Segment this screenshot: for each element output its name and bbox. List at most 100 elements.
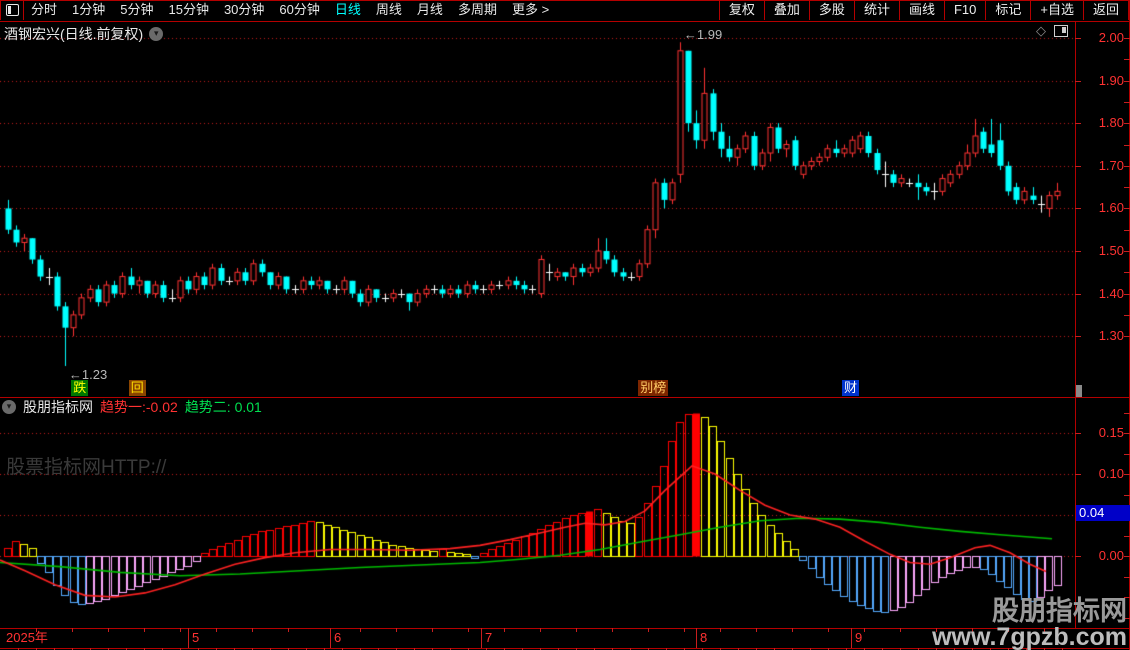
month-gridline (330, 628, 331, 648)
time-axis-tick (720, 628, 721, 632)
period-tab-0[interactable]: 分时 (31, 0, 57, 20)
time-axis-tick (792, 628, 793, 632)
month-label: 5 (192, 630, 200, 645)
period-tab-1[interactable]: 1分钟 (72, 0, 105, 20)
price-axis-label: 1.50 (1098, 243, 1124, 258)
signal-badge: 别榜 (638, 380, 669, 396)
indicator-minor-tick (1124, 535, 1130, 537)
layout-icon-cell[interactable] (0, 0, 24, 20)
action-button-2[interactable]: 多股 (808, 0, 854, 20)
time-axis-tick (576, 628, 577, 632)
trend2-pair: 趋势二: 0.01 (184, 399, 262, 415)
price-axis-tick (1075, 123, 1081, 125)
period-tabs: 分时 1分钟 5分钟 15分钟 30分钟 60分钟 日线 周线 月线 多周期 更多 > (31, 0, 549, 20)
action-button-3[interactable]: 统计 (853, 0, 899, 20)
price-axis-minor-tick (1124, 208, 1130, 210)
period-tab-6[interactable]: 日线 (335, 0, 361, 20)
indicator-axis-tick (1075, 474, 1081, 475)
time-axis-tick (216, 628, 217, 632)
price-axis-minor-tick (1124, 293, 1130, 295)
period-tab-10[interactable]: 更多 > (512, 0, 549, 20)
price-axis-tick (1075, 293, 1081, 295)
indicator-chart[interactable] (0, 398, 1075, 628)
month-label: 7 (485, 630, 493, 645)
time-axis-tick (540, 628, 541, 632)
time-axis-tick (504, 628, 505, 632)
month-label: 6 (334, 630, 342, 645)
watermark-left: 股票指标网HTTP:// (6, 457, 167, 478)
chevron-down-icon[interactable]: ▾ (2, 400, 16, 414)
price-axis-minor-tick (1124, 144, 1130, 146)
price-axis-label: 1.90 (1098, 72, 1124, 88)
action-button-4[interactable]: 画线 (898, 0, 944, 20)
action-button-5[interactable]: F10 (943, 0, 985, 20)
time-axis-tick (648, 628, 649, 632)
period-tab-3[interactable]: 15分钟 (168, 0, 208, 20)
signal-badge: 跌 (71, 380, 89, 396)
signal-badge: 回 (128, 380, 146, 396)
time-axis-tick (828, 628, 829, 632)
price-axis-tick (1075, 251, 1081, 252)
action-button-1[interactable]: 叠加 (763, 0, 809, 20)
time-axis-tick (396, 628, 397, 632)
layout-icon (6, 4, 19, 16)
period-tab-8[interactable]: 月线 (417, 0, 443, 20)
period-tab-7[interactable]: 周线 (376, 0, 402, 20)
indicator-axis-tick (1075, 556, 1081, 557)
price-axis-minor-tick (1124, 101, 1130, 103)
month-gridline (851, 628, 852, 648)
time-axis-tick (612, 628, 613, 632)
indicator-axis-tick (1075, 433, 1081, 434)
indicator-minor-tick (1124, 453, 1130, 455)
time-axis-tick (432, 628, 433, 632)
time-axis-tick (180, 628, 181, 632)
chevron-down-icon[interactable]: ▾ (149, 27, 164, 41)
price-axis-minor-tick (1124, 80, 1130, 82)
main-candle-chart[interactable] (0, 22, 1075, 397)
price-axis-tick (1075, 80, 1081, 82)
time-axis-tick (900, 628, 901, 632)
split-window-icon[interactable] (1054, 25, 1068, 37)
time-axis-tick (108, 628, 109, 632)
action-button-7[interactable]: +自选 (1030, 0, 1083, 20)
indicator-minor-tick (1124, 474, 1130, 475)
diamond-icon[interactable]: ◇ (1036, 23, 1046, 39)
time-axis-tick (36, 628, 37, 632)
period-tab-2[interactable]: 5分钟 (120, 0, 153, 20)
price-annotation: ←1.99 (683, 27, 723, 43)
time-axis-tick (72, 628, 73, 632)
indicator-axis-label: 0.15 (1098, 425, 1124, 440)
indicator-minor-tick (1124, 556, 1130, 557)
action-button-6[interactable]: 标记 (985, 0, 1030, 20)
axis-divider-line (1075, 22, 1076, 628)
price-axis-minor-tick (1124, 59, 1130, 61)
trend1-pair: 趋势一:-0.02 (100, 399, 178, 415)
period-tab-9[interactable]: 多周期 (458, 0, 497, 20)
period-tab-5[interactable]: 60分钟 (279, 0, 319, 20)
indicator-header: ▾ 股朋指标网 趋势一:-0.02 趋势二: 0.01 (2, 399, 262, 415)
indicator-axis-label: 0.10 (1098, 466, 1124, 481)
price-axis-label: 1.60 (1098, 200, 1124, 216)
period-tab-4[interactable]: 30分钟 (224, 0, 264, 20)
indicator-value-badge: 0.04 (1076, 505, 1130, 521)
indicator-axis-label: 0.00 (1098, 548, 1124, 563)
chart-title-row: 酒钢宏兴(日线.前复权) ▾ (4, 24, 164, 44)
watermark-bottom-right: 股朋指标网 www.7gpzb.com (932, 598, 1127, 650)
price-axis-minor-tick (1124, 123, 1130, 125)
watermark-line1: 股朋指标网 (992, 596, 1127, 626)
price-axis-tick (1075, 336, 1081, 338)
indicator-minor-tick (1124, 576, 1130, 578)
year-label: 2025年 (6, 630, 48, 645)
time-axis-tick (684, 628, 685, 632)
month-gridline (481, 628, 482, 648)
time-axis-tick (468, 628, 469, 632)
price-axis-label: 1.70 (1098, 157, 1124, 173)
toolbar-actions: 复权 叠加 多股 统计 画线 F10 标记 +自选 返回 (718, 0, 1129, 20)
corner-icons: ◇ (1036, 23, 1068, 39)
action-button-8[interactable]: 返回 (1082, 0, 1128, 20)
signal-badge: 财 (842, 380, 860, 396)
price-axis-minor-tick (1124, 38, 1130, 39)
price-axis-minor-tick (1124, 165, 1130, 167)
indicator-minor-tick (1124, 433, 1130, 434)
action-button-0[interactable]: 复权 (718, 0, 764, 20)
